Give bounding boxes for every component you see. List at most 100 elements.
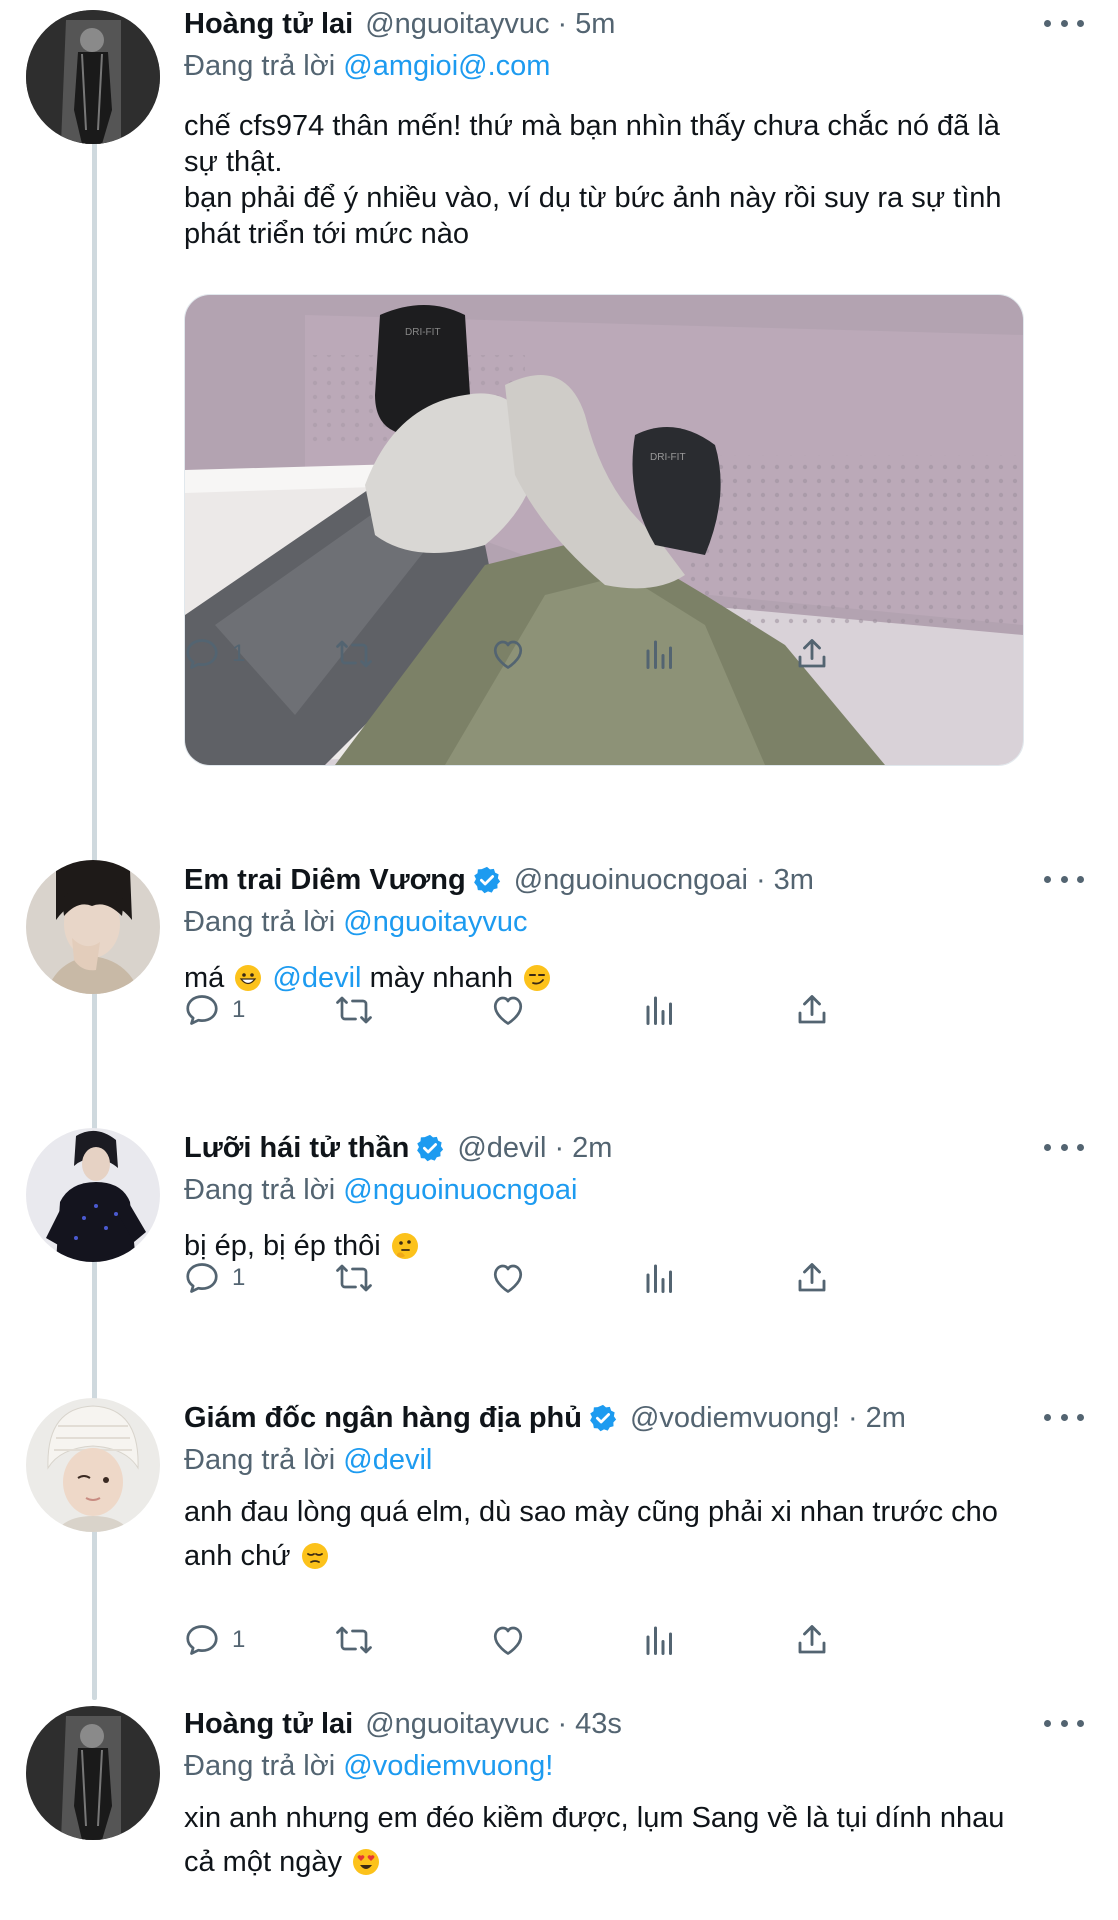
like-icon — [490, 1622, 526, 1658]
user-handle[interactable]: @nguoitayvuc — [365, 8, 549, 41]
like-icon — [490, 992, 526, 1028]
timestamp[interactable]: 5m — [575, 8, 615, 41]
reply-button[interactable]: 1 — [184, 1260, 245, 1296]
retweet-icon — [334, 636, 374, 672]
analytics-button[interactable] — [642, 1622, 678, 1658]
reply-count: 1 — [232, 1264, 246, 1291]
user-handle[interactable]: @nguoinuocngoai — [514, 864, 748, 897]
share-button[interactable] — [794, 992, 830, 1028]
like-button[interactable] — [490, 636, 526, 672]
text-line: phát triển tới mức nào — [184, 218, 470, 250]
replying-mention[interactable]: @vodiemvuong! — [343, 1750, 553, 1782]
like-icon — [490, 636, 526, 672]
more-options-icon[interactable] — [1044, 864, 1084, 894]
reply-count: 1 — [232, 996, 246, 1023]
user-handle[interactable]: @nguoitayvuc — [365, 1708, 549, 1741]
text-line: xin anh nhưng em đéo kiềm được, lụm Sang… — [184, 1802, 1005, 1834]
text-line: anh đau lòng quá elm, dù sao mày cũng ph… — [184, 1496, 998, 1528]
reply-count: 1 — [232, 1626, 246, 1653]
like-button[interactable] — [490, 1260, 526, 1296]
avatar[interactable] — [26, 1128, 160, 1262]
separator-dot: · — [755, 863, 766, 896]
replying-label: Đang trả lời — [184, 1174, 336, 1206]
reply-button[interactable]: 1 — [184, 636, 245, 672]
share-button[interactable] — [794, 636, 830, 672]
avatar[interactable] — [26, 1706, 160, 1840]
analytics-icon — [642, 1260, 678, 1296]
analytics-button[interactable] — [642, 992, 678, 1028]
separator-dot: · — [557, 1707, 568, 1740]
reply-icon — [184, 1260, 220, 1296]
text-segment: anh chứ — [184, 1540, 291, 1572]
pensive-face-emoji — [301, 1539, 329, 1569]
like-button[interactable] — [490, 992, 526, 1028]
replying-to: Đang trả lời @nguoinuocngoai — [184, 1170, 1084, 1210]
display-name[interactable]: Hoàng tử lai — [184, 1708, 353, 1741]
tweet-text: chế cfs974 thân mến! thứ mà bạn nhìn thấ… — [184, 108, 1084, 252]
retweet-button[interactable] — [334, 992, 374, 1028]
analytics-button[interactable] — [642, 636, 678, 672]
retweet-icon — [334, 992, 374, 1028]
text-line: bạn phải để ý nhiều vào, ví dụ từ bức ản… — [184, 182, 1002, 214]
separator-dot: · — [554, 1131, 565, 1164]
svg-text:DRI-FIT: DRI-FIT — [405, 327, 441, 338]
replying-mention[interactable]: @nguoitayvuc — [343, 906, 527, 938]
timestamp[interactable]: 43s — [575, 1708, 622, 1741]
verified-badge-icon — [415, 1133, 445, 1163]
like-icon — [490, 1260, 526, 1296]
replying-mention[interactable]: @amgioi@.com — [343, 50, 550, 82]
avatar[interactable] — [26, 1398, 160, 1532]
retweet-button[interactable] — [334, 1622, 374, 1658]
replying-mention[interactable]: @devil — [343, 1444, 432, 1476]
analytics-icon — [642, 636, 678, 672]
replying-to: Đang trả lời @nguoitayvuc — [184, 902, 1084, 942]
share-button[interactable] — [794, 1622, 830, 1658]
analytics-icon — [642, 992, 678, 1028]
retweet-button[interactable] — [334, 1260, 374, 1296]
more-options-icon[interactable] — [1044, 1402, 1084, 1432]
tweet-text: xin anh nhưng em đéo kiềm được, lụm Sang… — [184, 1796, 1084, 1884]
avatar[interactable] — [26, 860, 160, 994]
text-line: cả một ngày — [184, 1840, 1084, 1884]
share-icon — [794, 636, 830, 672]
replying-label: Đang trả lời — [184, 1750, 336, 1782]
text-line: sự thật. — [184, 146, 283, 178]
retweet-icon — [334, 1260, 374, 1296]
tweet-photo[interactable]: DRI-FIT DRI-FIT — [184, 294, 1024, 766]
user-handle[interactable]: @devil — [457, 1132, 546, 1165]
timestamp[interactable]: 3m — [774, 864, 814, 897]
heart-eyes-emoji — [352, 1845, 380, 1875]
display-name[interactable]: Lưỡi hái tử thần — [184, 1132, 409, 1165]
like-button[interactable] — [490, 1622, 526, 1658]
reply-icon — [184, 992, 220, 1028]
reply-icon — [184, 636, 220, 672]
more-options-icon[interactable] — [1044, 1132, 1084, 1162]
reply-count: 1 — [232, 640, 246, 667]
retweet-button[interactable] — [334, 636, 374, 672]
reply-button[interactable]: 1 — [184, 1622, 245, 1658]
replying-mention[interactable]: @nguoinuocngoai — [343, 1174, 577, 1206]
more-options-icon[interactable] — [1044, 8, 1084, 38]
retweet-icon — [334, 1622, 374, 1658]
replying-label: Đang trả lời — [184, 906, 336, 938]
reply-icon — [184, 1622, 220, 1658]
share-icon — [794, 1622, 830, 1658]
display-name[interactable]: Em trai Diêm Vương — [184, 864, 466, 897]
analytics-icon — [642, 1622, 678, 1658]
share-button[interactable] — [794, 1260, 830, 1296]
share-icon — [794, 1260, 830, 1296]
svg-text:DRI-FIT: DRI-FIT — [650, 452, 686, 463]
more-options-icon[interactable] — [1044, 1708, 1084, 1738]
display-name[interactable]: Hoàng tử lai — [184, 8, 353, 41]
tweet-actions: 1 — [184, 1616, 984, 1664]
analytics-button[interactable] — [642, 1260, 678, 1296]
timestamp[interactable]: 2m — [572, 1132, 612, 1165]
tweet-text: anh đau lòng quá elm, dù sao mày cũng ph… — [184, 1490, 1084, 1578]
reply-button[interactable]: 1 — [184, 992, 245, 1028]
replying-to: Đang trả lời @devil — [184, 1440, 1084, 1480]
avatar[interactable] — [26, 10, 160, 144]
share-icon — [794, 992, 830, 1028]
text-segment: cả một ngày — [184, 1846, 342, 1878]
text-line: anh chứ — [184, 1534, 1084, 1578]
verified-badge-icon — [472, 865, 502, 895]
